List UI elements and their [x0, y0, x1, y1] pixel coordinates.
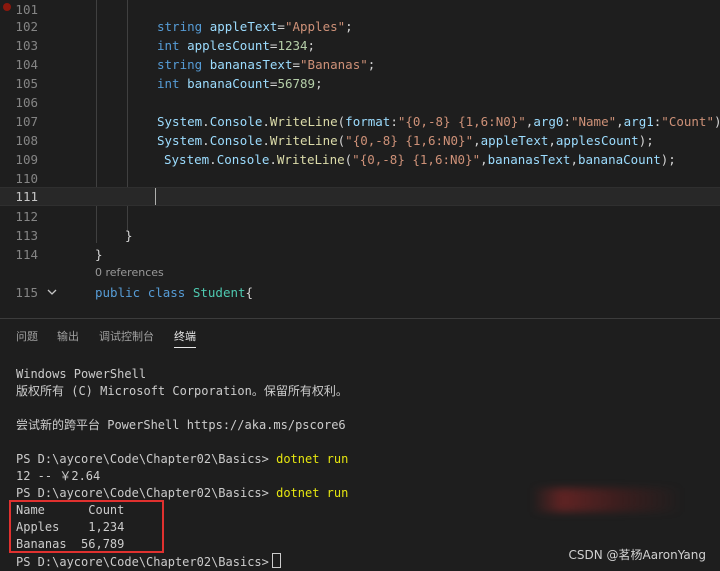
command-text: dotnet run	[276, 452, 349, 466]
watermark: CSDN @茗杨AaronYang	[568, 548, 706, 562]
tab-output[interactable]: 输出	[57, 329, 79, 345]
code-text: public class Student{	[95, 285, 254, 300]
editor-line[interactable]: 113 }	[0, 226, 720, 245]
editor-line[interactable]: 102 string appleText="Apples";	[0, 17, 720, 36]
prompt-text: PS D:\aycore\Code\Chapter02\Basics>	[16, 452, 269, 466]
line-number: 103	[15, 38, 38, 53]
line-number: 107	[15, 114, 38, 129]
tab-debug-console[interactable]: 调试控制台	[99, 329, 154, 345]
code-text: }	[95, 247, 103, 262]
line-number: 115	[15, 285, 38, 300]
output-highlight-box	[9, 500, 164, 553]
tab-problems[interactable]: 问题	[16, 329, 38, 345]
line-number: 106	[15, 95, 38, 110]
terminal-cursor	[271, 553, 281, 568]
prompt-text: PS D:\aycore\Code\Chapter02\Basics>	[16, 555, 269, 569]
terminal-line: 12 -- ￥2.64	[16, 469, 101, 483]
editor-line[interactable]: 105 int bananaCount=56789;	[0, 74, 720, 93]
editor-line[interactable]: 114 }	[0, 245, 720, 264]
code-text: int bananaCount=56789;	[157, 76, 323, 91]
text-cursor	[155, 188, 156, 205]
editor-line[interactable]: 106	[0, 93, 720, 112]
code-text: string appleText="Apples";	[157, 19, 353, 34]
chevron-down-icon[interactable]	[46, 283, 58, 302]
editor-line[interactable]: 110	[0, 169, 720, 188]
editor-line[interactable]: 107 System.Console.WriteLine(format:"{0,…	[0, 112, 720, 131]
terminal-line: 版权所有 (C) Microsoft Corporation。保留所有权利。	[16, 384, 348, 398]
editor-line[interactable]: 108 System.Console.WriteLine("{0,-8} {1,…	[0, 131, 720, 150]
terminal-line: 尝试新的跨平台 PowerShell https://aka.ms/pscore…	[16, 418, 346, 432]
code-text: System.Console.WriteLine(format:"{0,-8} …	[157, 114, 720, 129]
editor-line[interactable]: 112	[0, 207, 720, 226]
tab-terminal[interactable]: 终端	[174, 329, 196, 348]
code-text: string bananasText="Bananas";	[157, 57, 376, 72]
prompt-text: PS D:\aycore\Code\Chapter02\Basics>	[16, 486, 269, 500]
editor-line[interactable]: 109 System.Console.WriteLine("{0,-8} {1,…	[0, 150, 720, 169]
line-number: 110	[15, 171, 38, 186]
panel-tabs: 问题 输出 调试控制台 终端	[0, 319, 720, 357]
line-number: 113	[15, 228, 38, 243]
editor-line-current[interactable]: 111	[0, 187, 720, 206]
line-number: 114	[15, 247, 38, 262]
editor-line[interactable]: 103 int applesCount=1234;	[0, 36, 720, 55]
redaction-blur	[532, 488, 682, 512]
line-number: 111	[15, 189, 38, 204]
references-codelens[interactable]: 0 references	[95, 266, 164, 280]
editor-line[interactable]: 104 string bananasText="Bananas";	[0, 55, 720, 74]
line-number: 108	[15, 133, 38, 148]
code-text: }	[125, 228, 133, 243]
line-number: 105	[15, 76, 38, 91]
line-number: 104	[15, 57, 38, 72]
terminal-prompt-line: PS D:\aycore\Code\Chapter02\Basics> dotn…	[16, 451, 348, 468]
terminal-prompt-line: PS D:\aycore\Code\Chapter02\Basics>	[16, 553, 281, 571]
code-text: System.Console.WriteLine("{0,-8} {1,6:N0…	[157, 133, 654, 148]
code-text: int applesCount=1234;	[157, 38, 316, 53]
editor-line[interactable]: 115 public class Student{	[0, 283, 720, 302]
line-number: 102	[15, 19, 38, 34]
line-number: 112	[15, 209, 38, 224]
terminal-line: Windows PowerShell	[16, 367, 147, 381]
code-text: System.Console.WriteLine("{0,-8} {1,6:N0…	[164, 152, 676, 167]
command-text: dotnet run	[276, 486, 349, 500]
code-editor[interactable]: 101 102 string appleText="Apples"; 103 i…	[0, 0, 720, 318]
line-number: 109	[15, 152, 38, 167]
